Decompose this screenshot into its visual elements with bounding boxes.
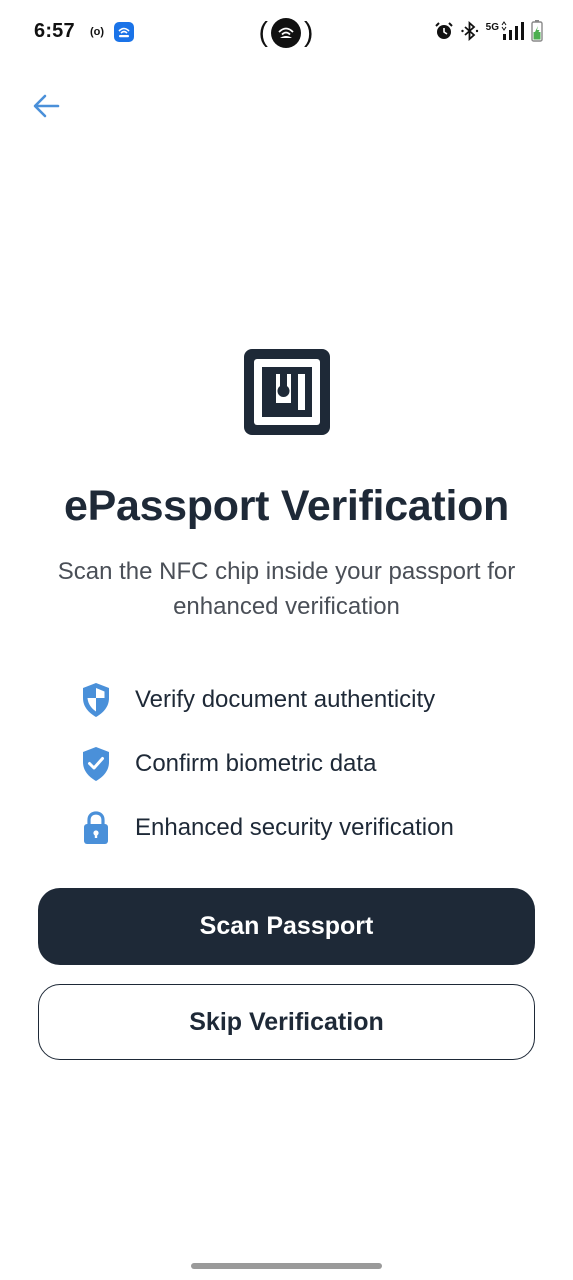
- hotspot-indicator: ( ): [258, 15, 314, 48]
- lock-icon: [80, 809, 112, 847]
- feature-item-security: Enhanced security verification: [80, 796, 540, 860]
- page-subtitle: Scan the NFC chip inside your passport f…: [57, 558, 516, 620]
- hotspot-icon: [271, 18, 301, 48]
- feature-label: Confirm biometric data: [135, 750, 377, 777]
- bluetooth-icon: [460, 20, 480, 46]
- skip-verification-button[interactable]: Skip Verification: [38, 984, 535, 1060]
- epassport-verification-screen: 6:57 (o) ( ) 5G ePassport Verification S…: [0, 0, 573, 1280]
- feature-item-biometric: Confirm biometric data: [80, 732, 540, 796]
- shield-check-icon: [80, 745, 112, 783]
- status-bar: 6:57 (o) ( ) 5G: [0, 0, 573, 66]
- feature-item-authenticity: Verify document authenticity: [80, 668, 540, 732]
- status-time: 6:57: [34, 20, 75, 42]
- nfc-icon: [244, 349, 330, 435]
- signal-icon: [501, 21, 525, 46]
- radio-icon: (o): [89, 26, 105, 38]
- feature-label: Enhanced security verification: [135, 814, 454, 841]
- status-left-icons: (o): [88, 22, 134, 42]
- feature-list: Verify document authenticity Confirm bio…: [80, 668, 540, 860]
- home-indicator[interactable]: [191, 1263, 382, 1269]
- alarm-icon: [434, 21, 454, 46]
- feature-label: Verify document authenticity: [135, 686, 436, 713]
- back-button[interactable]: [26, 88, 66, 128]
- shield-half-icon: [80, 681, 112, 719]
- scan-passport-button[interactable]: Scan Passport: [38, 888, 535, 965]
- battery-icon: [531, 20, 543, 47]
- status-right-icons: 5G: [434, 20, 543, 47]
- app-notification-icon: [114, 22, 134, 42]
- network-type-label: 5G: [485, 22, 499, 33]
- page-title: ePassport Verification: [63, 482, 510, 530]
- arrow-left-icon: [31, 91, 61, 126]
